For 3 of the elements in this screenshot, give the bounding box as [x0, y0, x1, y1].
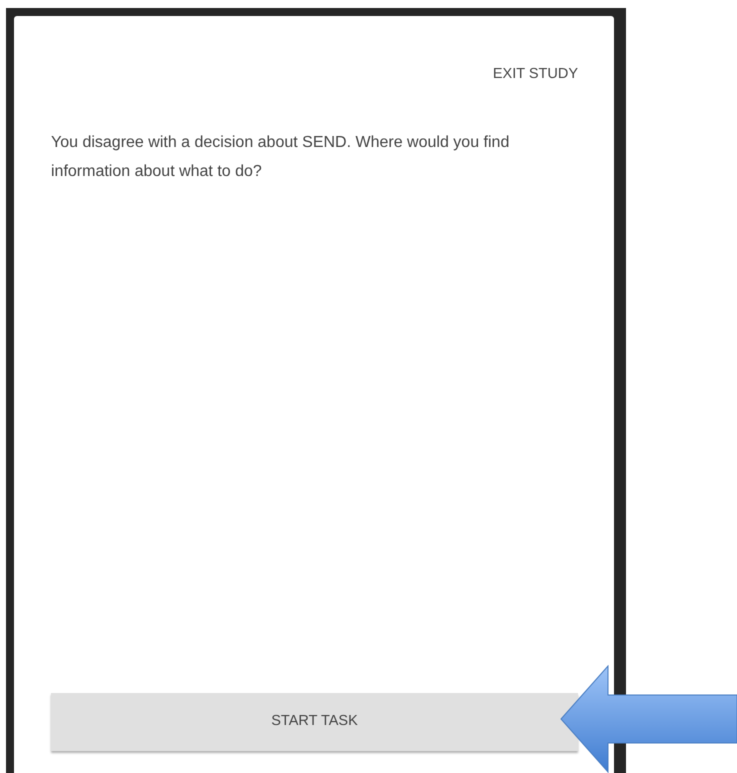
exit-study-link[interactable]: EXIT STUDY	[492, 60, 578, 90]
task-question: You disagree with a decision about SEND. Where would you find information about what to do?	[51, 132, 510, 182]
start-task-button[interactable]: START TASK	[51, 693, 578, 751]
